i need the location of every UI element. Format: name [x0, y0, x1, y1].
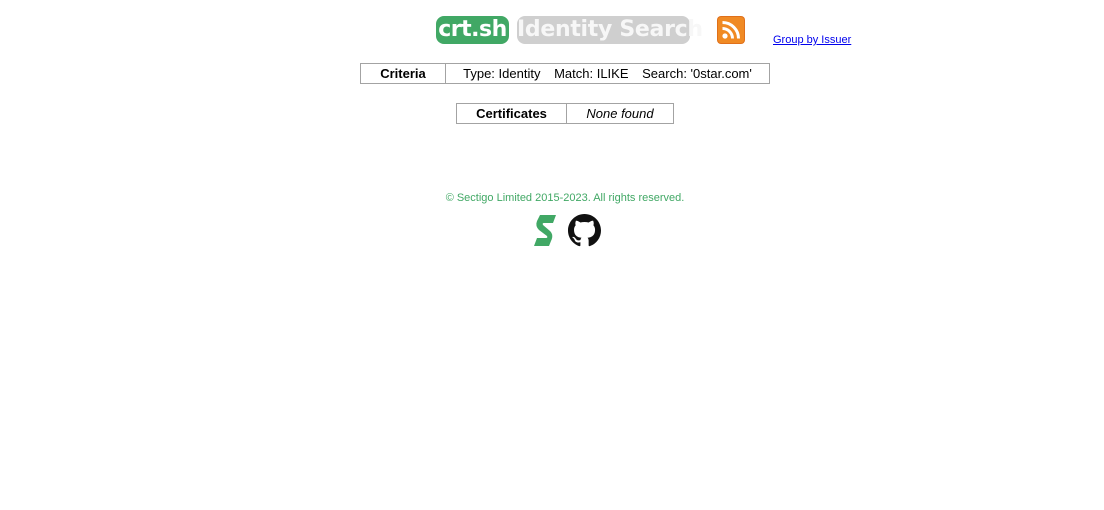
github-icon[interactable] [568, 214, 601, 247]
criteria-header: Criteria [360, 63, 446, 84]
certificates-result: None found [566, 103, 674, 124]
criteria-type: Type: Identity [463, 66, 541, 81]
criteria-values: Type: Identity Match: ILIKE Search: '0st… [445, 63, 770, 84]
page: crt.sh Identity Search Group by Issuer C… [0, 0, 1104, 510]
rss-feed-icon[interactable] [717, 16, 745, 44]
criteria-search: Search: '0star.com' [642, 66, 752, 81]
group-by-issuer-link[interactable]: Group by Issuer [773, 34, 851, 46]
sectigo-logo-icon[interactable] [531, 214, 559, 247]
page-title: Identity Search [517, 16, 703, 44]
crtsh-logo[interactable]: crt.sh [436, 16, 509, 44]
criteria-match: Match: ILIKE [554, 66, 629, 81]
certificates-header: Certificates [456, 103, 567, 124]
criteria-table: Criteria Type: Identity Match: ILIKE Sea… [360, 63, 770, 84]
certificates-table: Certificates None found [456, 103, 674, 124]
copyright-text: © Sectigo Limited 2015-2023. All rights … [445, 192, 685, 204]
